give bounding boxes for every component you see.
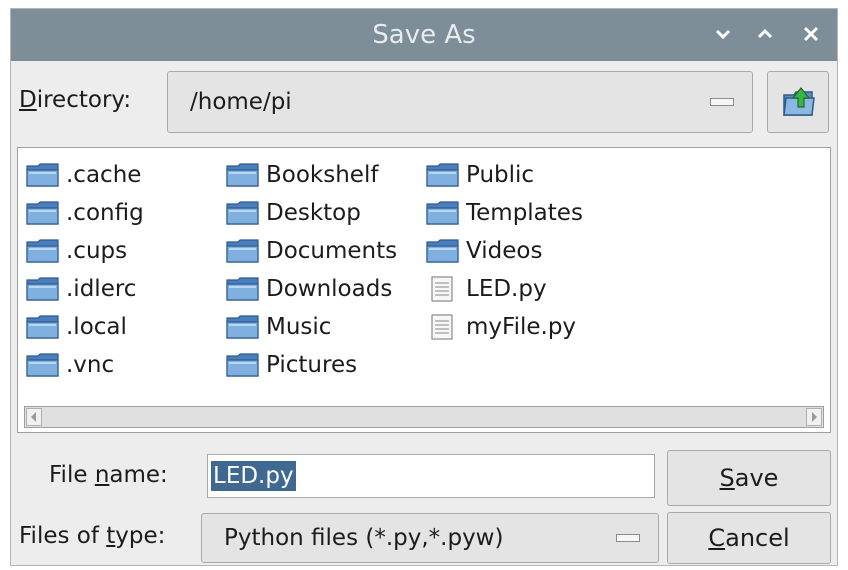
- list-item[interactable]: myFile.py: [426, 308, 583, 346]
- chevron-down-icon: [715, 29, 731, 40]
- list-item-name: .cups: [66, 238, 128, 264]
- list-item-name: Public: [466, 162, 535, 188]
- list-item-name: Music: [266, 314, 332, 340]
- folder-icon: [426, 163, 459, 187]
- folder-icon: [226, 315, 259, 339]
- list-item[interactable]: Public: [426, 156, 583, 194]
- scroll-left-button[interactable]: [26, 408, 42, 426]
- maximize-button[interactable]: [751, 21, 779, 49]
- list-item[interactable]: .local: [26, 308, 144, 346]
- folder-up-icon: [783, 87, 815, 116]
- list-item-name: Bookshelf: [266, 162, 379, 188]
- file-icon: [431, 314, 453, 340]
- combo-grip-icon: [616, 534, 640, 542]
- list-item[interactable]: Documents: [226, 232, 397, 270]
- folder-icon: [226, 277, 259, 301]
- list-item-name: Documents: [266, 238, 398, 264]
- folder-icon: [426, 201, 459, 225]
- folder-icon: [26, 239, 59, 263]
- file-list[interactable]: .cache .config .cups .idlerc .local .vnc Book…: [17, 147, 831, 433]
- list-item[interactable]: .vnc: [26, 346, 144, 384]
- chevron-up-icon: [757, 28, 773, 39]
- save-button[interactable]: Save: [667, 450, 831, 506]
- list-item-name: Pictures: [266, 352, 358, 378]
- list-item[interactable]: Videos: [426, 232, 583, 270]
- horizontal-scrollbar[interactable]: [24, 406, 824, 428]
- list-item-name: .idlerc: [66, 276, 137, 302]
- folder-icon: [226, 353, 259, 377]
- file-list-column-2: Bookshelf Desktop Documents Downloads Music P…: [226, 156, 397, 384]
- list-item-name: Downloads: [266, 276, 393, 302]
- title-bar[interactable]: Save As: [11, 9, 837, 61]
- list-item-name: Videos: [466, 238, 543, 264]
- list-item[interactable]: LED.py: [426, 270, 583, 308]
- list-item[interactable]: Desktop: [226, 194, 397, 232]
- list-item[interactable]: Pictures: [226, 346, 397, 384]
- list-item[interactable]: .config: [26, 194, 144, 232]
- list-item-name: LED.py: [466, 276, 547, 302]
- filename-input[interactable]: LED.py: [207, 454, 655, 498]
- list-item[interactable]: Templates: [426, 194, 583, 232]
- list-item[interactable]: .cups: [26, 232, 144, 270]
- filename-label: File name:: [49, 462, 168, 488]
- list-item-name: .local: [66, 314, 127, 340]
- file-list-column-3: Public Templates Videos LED.py myFile.py: [426, 156, 583, 346]
- list-item-name: myFile.py: [466, 314, 577, 340]
- directory-label: Directory:: [19, 87, 132, 113]
- close-button[interactable]: [797, 21, 825, 49]
- folder-icon: [26, 315, 59, 339]
- folder-icon: [26, 353, 59, 377]
- file-icon: [431, 276, 453, 302]
- list-item-name: .cache: [66, 162, 142, 188]
- arrow-right-icon: [812, 412, 817, 422]
- directory-combobox[interactable]: /home/pi: [167, 71, 753, 133]
- close-icon: [803, 26, 819, 42]
- list-item-name: Desktop: [266, 200, 361, 226]
- folder-icon: [26, 163, 59, 187]
- list-item-name: Templates: [466, 200, 583, 226]
- folder-icon: [226, 201, 259, 225]
- filename-selected-text: LED.py: [211, 461, 296, 491]
- combo-grip-icon: [710, 98, 734, 106]
- list-item[interactable]: Bookshelf: [226, 156, 397, 194]
- filetype-label: Files of type:: [19, 523, 166, 549]
- list-item[interactable]: Music: [226, 308, 397, 346]
- list-item[interactable]: .idlerc: [26, 270, 144, 308]
- save-as-dialog: Save As Directory: /home/pi .cache .conf…: [10, 8, 838, 566]
- folder-icon: [426, 239, 459, 263]
- minimize-button[interactable]: [709, 21, 737, 49]
- scroll-right-button[interactable]: [806, 408, 822, 426]
- filetype-combobox[interactable]: Python files (*.py,*.pyw): [201, 513, 659, 563]
- list-item[interactable]: .cache: [26, 156, 144, 194]
- directory-value: /home/pi: [190, 89, 292, 115]
- file-list-column-1: .cache .config .cups .idlerc .local .vnc: [26, 156, 144, 384]
- list-item-name: .vnc: [66, 352, 115, 378]
- list-item-name: .config: [66, 200, 144, 226]
- arrow-left-icon: [31, 412, 36, 422]
- filetype-value: Python files (*.py,*.pyw): [224, 525, 504, 551]
- folder-icon: [26, 201, 59, 225]
- parent-directory-button[interactable]: [767, 71, 829, 133]
- cancel-button[interactable]: Cancel: [667, 512, 831, 564]
- folder-icon: [226, 163, 259, 187]
- list-item[interactable]: Downloads: [226, 270, 397, 308]
- folder-icon: [226, 239, 259, 263]
- folder-icon: [26, 277, 59, 301]
